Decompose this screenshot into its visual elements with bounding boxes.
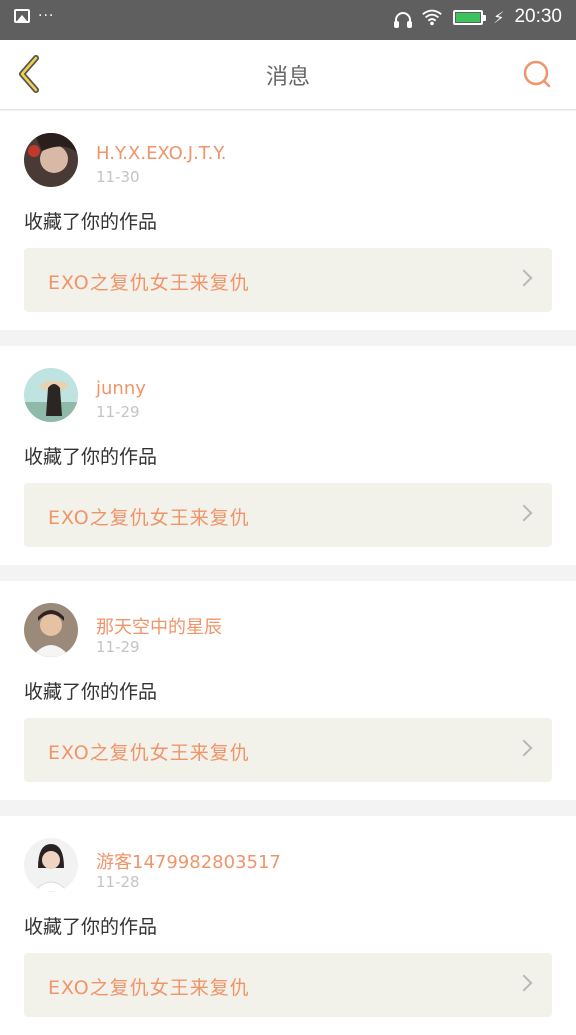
page-title: 消息: [265, 65, 310, 90]
message-item[interactable]: 游客1479982803517 11-28 收藏了你的作品 EXO之复仇女王来复…: [0, 816, 576, 1035]
message-item[interactable]: H.Y.X.EXO.J.T.Y. 11-30 收藏了你的作品 EXO之复仇女王来…: [0, 111, 576, 330]
username[interactable]: junny: [96, 378, 146, 399]
search-icon[interactable]: [522, 59, 552, 89]
action-text: 收藏了你的作品: [24, 446, 158, 468]
work-title: EXO之复仇女王来复仇: [48, 742, 250, 764]
message-date: 11-29: [96, 638, 140, 656]
status-left: ···: [14, 8, 54, 24]
charging-icon: ⚡: [493, 7, 505, 27]
chevron-right-icon: [515, 269, 533, 287]
work-title: EXO之复仇女王来复仇: [48, 507, 250, 529]
username[interactable]: 那天空中的星辰: [96, 613, 222, 639]
headset-icon: [394, 12, 413, 28]
work-link[interactable]: EXO之复仇女王来复仇: [24, 248, 552, 312]
status-bar: ··· ⚡ 20:30: [0, 0, 576, 40]
action-text: 收藏了你的作品: [24, 211, 158, 233]
battery-fill: [456, 12, 481, 22]
work-link[interactable]: EXO之复仇女王来复仇: [24, 953, 552, 1017]
action-text: 收藏了你的作品: [24, 681, 158, 703]
avatar[interactable]: [24, 838, 78, 892]
work-title: EXO之复仇女王来复仇: [48, 977, 250, 999]
message-item[interactable]: junny 11-29 收藏了你的作品 EXO之复仇女王来复仇: [0, 346, 576, 565]
nav-bar: 消息: [0, 40, 576, 110]
status-right: ⚡ 20:30: [394, 6, 562, 28]
more-dots-icon: ···: [38, 8, 55, 24]
message-item[interactable]: 那天空中的星辰 11-29 收藏了你的作品 EXO之复仇女王来复仇: [0, 581, 576, 800]
work-link[interactable]: EXO之复仇女王来复仇: [24, 718, 552, 782]
work-link[interactable]: EXO之复仇女王来复仇: [24, 483, 552, 547]
action-text: 收藏了你的作品: [24, 916, 158, 938]
chevron-right-icon: [515, 974, 533, 992]
chevron-right-icon: [515, 739, 533, 757]
wifi-icon: [422, 9, 442, 26]
work-title: EXO之复仇女王来复仇: [48, 272, 250, 294]
message-date: 11-30: [96, 168, 140, 186]
message-date: 11-28: [96, 873, 140, 891]
message-date: 11-29: [96, 403, 140, 421]
avatar[interactable]: [24, 368, 78, 422]
battery-icon: [453, 9, 487, 25]
image-icon: [14, 9, 30, 23]
clock: 20:30: [514, 6, 562, 27]
avatar[interactable]: [24, 603, 78, 657]
chevron-right-icon: [515, 504, 533, 522]
username[interactable]: 游客1479982803517: [96, 848, 281, 874]
username[interactable]: H.Y.X.EXO.J.T.Y.: [96, 143, 226, 164]
avatar[interactable]: [24, 133, 78, 187]
